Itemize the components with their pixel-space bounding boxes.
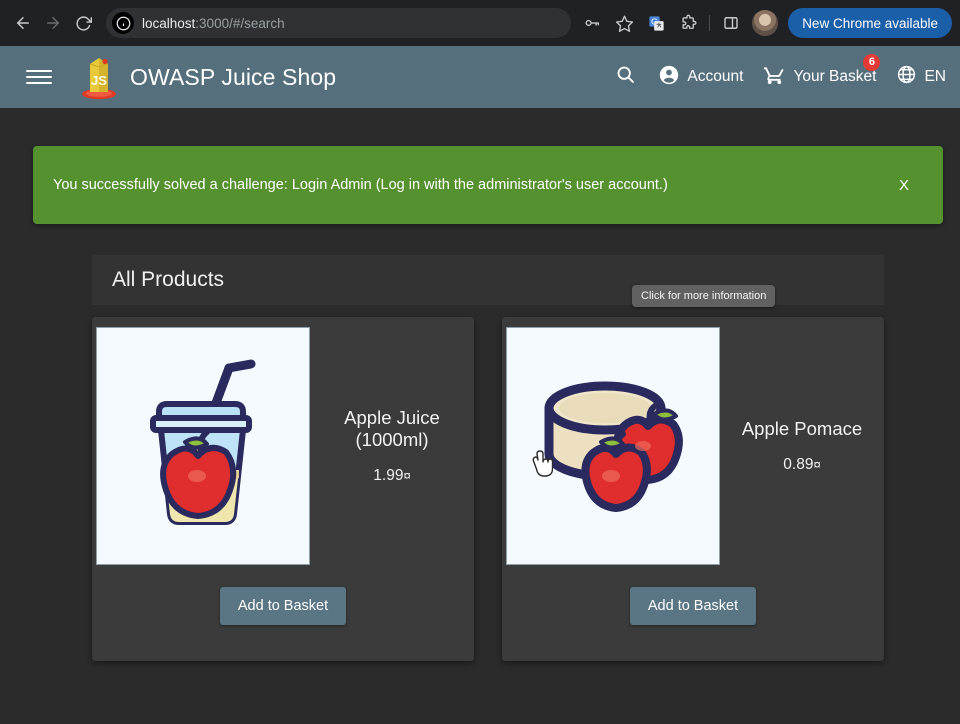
url-text: localhost:3000/#/search — [142, 16, 285, 31]
product-card-top: Apple Juice (1000ml) 1.99¤ — [92, 327, 474, 565]
page-title: OWASP Juice Shop — [130, 63, 337, 90]
translate-extension-icon[interactable]: G — [641, 8, 671, 38]
avatar-image — [752, 10, 779, 36]
url-host: localhost — [142, 15, 196, 31]
address-bar[interactable]: localhost:3000/#/search — [106, 8, 572, 38]
side-panel-icon[interactable] — [716, 8, 746, 38]
password-key-icon[interactable] — [577, 8, 607, 38]
url-path: :3000/#/search — [195, 15, 285, 31]
extensions-puzzle-icon[interactable] — [673, 8, 703, 38]
basket-button[interactable]: Your Basket 6 — [753, 46, 886, 108]
product-info: Apple Pomace 0.89¤ — [720, 327, 884, 565]
product-actions: Add to Basket — [92, 565, 474, 625]
product-price: 0.89¤ — [783, 456, 820, 474]
product-name-line1: Apple Juice — [344, 407, 440, 429]
reload-icon — [75, 15, 92, 32]
product-name-line2: (1000ml) — [355, 429, 429, 450]
product-price-value: 0.89 — [783, 455, 814, 473]
search-button[interactable] — [603, 46, 648, 108]
product-card-top: Apple Pomace 0.89¤ — [502, 327, 884, 565]
account-button[interactable]: Account — [648, 46, 753, 108]
product-actions: Add to Basket — [502, 565, 884, 625]
products-title: All Products — [112, 268, 225, 291]
account-circle-icon — [658, 64, 680, 91]
product-info: Apple Juice (1000ml) 1.99¤ — [310, 327, 474, 565]
app-toolbar: JS OWASP Juice Shop Account Your Basket … — [0, 46, 960, 108]
product-tooltip: Click for more information — [632, 285, 776, 307]
shopping-cart-icon — [763, 63, 786, 91]
back-button[interactable] — [8, 8, 38, 38]
site-info-icon[interactable] — [112, 12, 134, 34]
snackbar-close-button[interactable]: X — [887, 171, 921, 200]
product-image[interactable] — [96, 327, 310, 565]
language-button[interactable]: EN — [886, 46, 946, 108]
basket-count-badge: 6 — [863, 54, 881, 71]
product-price: 1.99¤ — [373, 467, 410, 485]
page-content: You successfully solved a challenge: Log… — [0, 108, 960, 724]
forward-arrow-icon — [44, 14, 62, 32]
hamburger-menu-icon[interactable] — [22, 60, 56, 94]
snackbar-message: You successfully solved a challenge: Log… — [53, 177, 668, 193]
products-section: All Products Apple Juice (1000ml) 1.99¤ … — [92, 255, 884, 661]
product-name: Apple Pomace — [741, 418, 863, 440]
browser-toolbar: localhost:3000/#/search G New Chrome ava… — [0, 0, 960, 46]
svg-text:JS: JS — [91, 73, 107, 88]
add-to-basket-button[interactable]: Add to Basket — [219, 587, 347, 625]
brand[interactable]: JS OWASP Juice Shop — [78, 54, 336, 100]
toolbar-actions: Account Your Basket 6 EN — [603, 46, 946, 108]
globe-icon — [896, 64, 917, 90]
browser-actions: G New Chrome available — [577, 8, 952, 38]
product-card[interactable]: Click for more information Apple Pomace … — [502, 285, 884, 661]
chrome-update-button[interactable]: New Chrome available — [788, 8, 952, 38]
forward-button[interactable] — [38, 8, 68, 38]
product-name: Apple Juice (1000ml) — [344, 407, 440, 451]
toolbar-divider — [709, 15, 711, 31]
account-label: Account — [687, 68, 744, 85]
product-price-value: 1.99 — [373, 466, 404, 484]
back-arrow-icon — [14, 14, 32, 32]
bookmark-star-icon[interactable] — [609, 8, 639, 38]
reload-button[interactable] — [68, 8, 98, 38]
product-image[interactable] — [506, 327, 720, 565]
products-grid: Apple Juice (1000ml) 1.99¤ Add to Basket… — [92, 285, 884, 661]
profile-avatar[interactable] — [752, 10, 779, 36]
language-label: EN — [924, 68, 946, 85]
apple-pomace-image — [544, 381, 683, 512]
currency-symbol: ¤ — [403, 467, 411, 483]
apple-juice-cup-image — [150, 359, 256, 525]
juice-shop-logo: JS — [78, 54, 120, 100]
challenge-solved-snackbar: You successfully solved a challenge: Log… — [33, 146, 943, 224]
currency-symbol: ¤ — [813, 456, 821, 472]
search-icon — [615, 64, 636, 90]
add-to-basket-button[interactable]: Add to Basket — [629, 587, 757, 625]
product-card[interactable]: Apple Juice (1000ml) 1.99¤ Add to Basket — [92, 317, 474, 661]
basket-label: Your Basket — [793, 68, 877, 85]
